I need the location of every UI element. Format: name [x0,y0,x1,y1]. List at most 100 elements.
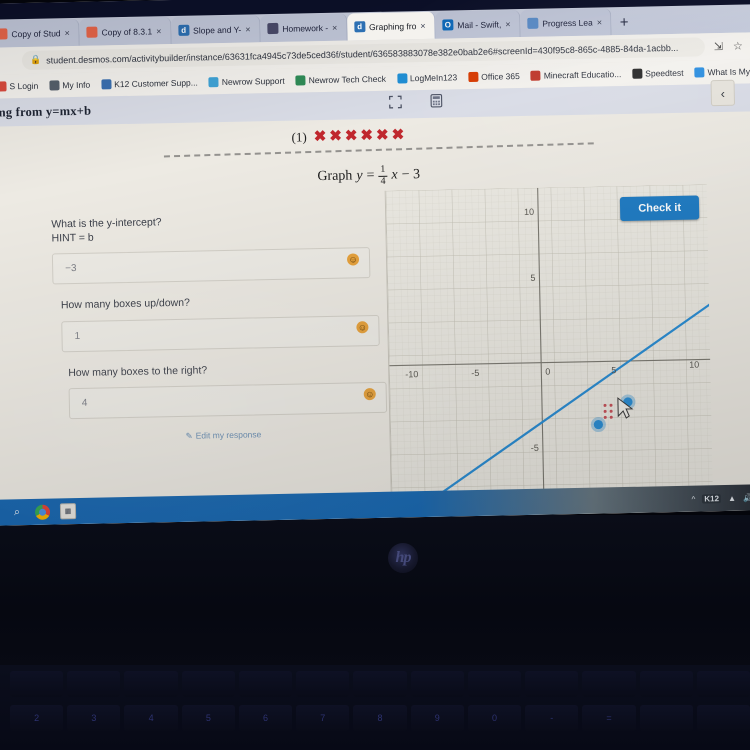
answer-input[interactable]: 4 ☺ [68,381,388,419]
close-icon[interactable]: × [505,19,513,29]
tab-label: Graphing fro [369,20,417,32]
key [181,671,235,697]
bookmark-favicon [49,80,60,91]
header-tools [388,93,443,114]
key: 6 [238,705,293,731]
bookmark-label: LogMeIn123 [409,72,458,84]
bookmark-label: K12 Customer Supp... [114,77,198,90]
bookmark-label: My Info [62,79,91,91]
doc-icon [0,28,8,40]
close-icon[interactable]: × [420,20,428,30]
bookmark-item[interactable]: Minecraft Educatio... [530,69,621,81]
browser-tab[interactable]: d Slope and Y- × [170,15,261,45]
bookmark-item[interactable]: Office 365 [468,71,520,83]
collapse-panel-button[interactable]: ‹ [710,79,736,107]
check-it-button[interactable]: Check it [620,195,700,222]
key [353,671,407,697]
laptop-screen: Copy of Stud × Copy of 8.3.1 × d Slope and Y-… [0,0,750,526]
bookmark-favicon [468,71,479,83]
tab-label: Progress Lea [542,17,593,29]
bookmark-item[interactable]: Speedtest [632,68,684,79]
bookmark-item[interactable]: K12 Customer Supp... [101,78,198,90]
bookmark-favicon [530,70,541,81]
browser-tab[interactable]: Progress Lea × [519,8,613,38]
network-icon[interactable]: ▲ [728,493,736,502]
browser-tab[interactable]: O Mail - Swift, × [435,10,521,39]
answer-value: 1 [74,330,81,342]
key: 3 [67,705,121,731]
smiley-icon: ☺ [363,387,376,400]
tab-label: Copy of Stud [11,27,61,39]
close-icon[interactable]: × [156,26,164,36]
svg-text:-5: -5 [471,368,479,378]
bookmark-label: What Is My B [707,66,750,78]
image-icon [267,22,279,35]
close-icon[interactable]: × [245,24,253,34]
key [696,705,750,731]
activity-title: ing from y=mx+b [0,103,92,120]
expand-icon[interactable] [388,95,402,113]
browser-tab[interactable]: Homework - × [260,13,348,43]
x-mark-icon: ✖ [360,127,374,145]
answer-input[interactable]: −3 ☺ [51,247,371,285]
new-tab-button[interactable]: + [612,14,637,35]
bookmark-item[interactable]: LogMeIn123 [396,72,458,84]
x-mark-icon: ✖ [375,126,389,144]
bookmark-item[interactable]: S Login [0,81,38,92]
search-icon[interactable]: ⌕ [9,504,25,520]
calculator-icon[interactable] [430,93,443,113]
x-mark-icon: ✖ [391,126,405,144]
bookmark-item[interactable]: Newrow Support [208,75,285,88]
bookmark-item[interactable]: Newrow Tech Check [295,74,386,86]
close-icon[interactable]: × [597,17,605,27]
desmos-graph[interactable]: 10 5 -5 -10 -5 0 5 10 Check it [384,184,714,511]
svg-text:0: 0 [545,367,550,377]
answer-input[interactable]: 1 ☺ [61,314,380,352]
key [124,671,178,697]
app-icon[interactable]: ▦ [59,503,77,520]
chrome-icon[interactable] [34,504,51,520]
share-icon[interactable]: ⇲ [714,40,723,53]
close-icon[interactable]: × [332,22,340,32]
bookmark-item[interactable]: My Info [49,80,90,91]
graph-canvas[interactable]: 10 5 -5 -10 -5 0 5 10 [385,184,714,511]
system-tray: ^ K12 ▲ 🔊 [691,493,750,503]
key [696,671,750,697]
keyboard-row-function [10,671,750,697]
key [238,671,293,697]
tab-label: Homework - [282,22,329,34]
question-group: How many boxes up/down? 1 ☺ [61,292,384,352]
bookmark-item[interactable]: What Is My B [694,66,750,78]
x-mark-icon: ✖ [329,127,343,145]
laptop-photo: hp 2 3 4 5 6 7 8 9 0 - = Copy of Stud × … [0,0,750,750]
star-icon[interactable]: ☆ [733,40,743,53]
equation-equals: = [366,167,375,184]
browser-tab[interactable]: Copy of Stud × [0,18,80,48]
bookmark-favicon [208,77,219,88]
bookmark-label: Newrow Support [221,75,285,88]
question-group: How many boxes to the right? 4 ☺ [68,359,388,419]
chevron-up-icon[interactable]: ^ [691,494,695,503]
equation-constant: − 3 [401,167,421,183]
key: 2 [10,705,64,731]
question-panel: What is the y-intercept? HINT = b −3 ☺ How m… [51,211,388,444]
key: 0 [467,705,522,731]
svg-text:5: 5 [530,273,535,283]
edit-my-response-link[interactable]: ✎ Edit my response [185,427,385,442]
edit-response-label: Edit my response [195,429,262,441]
browser-tab[interactable]: Copy of 8.3.1 × [79,17,172,46]
volume-icon[interactable]: 🔊 [743,493,750,502]
x-mark-icon: ✖ [313,127,327,146]
fraction-numerator: 1 [378,164,388,177]
tab-label: Mail - Swift, [457,18,502,30]
laptop-keyboard: 2 3 4 5 6 7 8 9 0 - = [0,665,750,750]
equation-prompt: Graph y = 1 4 x − 3 [317,164,420,188]
keyboard-row-numbers: 2 3 4 5 6 7 8 9 0 - = [10,705,750,731]
desmos-activity-page: ing from y=mx+b ‹ (1) ✖ ✖ ✖ ✖ ✖ ✖ Graph … [0,79,750,526]
close-icon[interactable]: × [64,28,72,38]
browser-tab[interactable]: d Graphing fro × [346,11,436,41]
svg-text:10: 10 [689,360,699,370]
question-label: How many boxes to the right? [68,363,208,379]
svg-text:-10: -10 [405,369,418,379]
bookmark-favicon [396,73,408,84]
